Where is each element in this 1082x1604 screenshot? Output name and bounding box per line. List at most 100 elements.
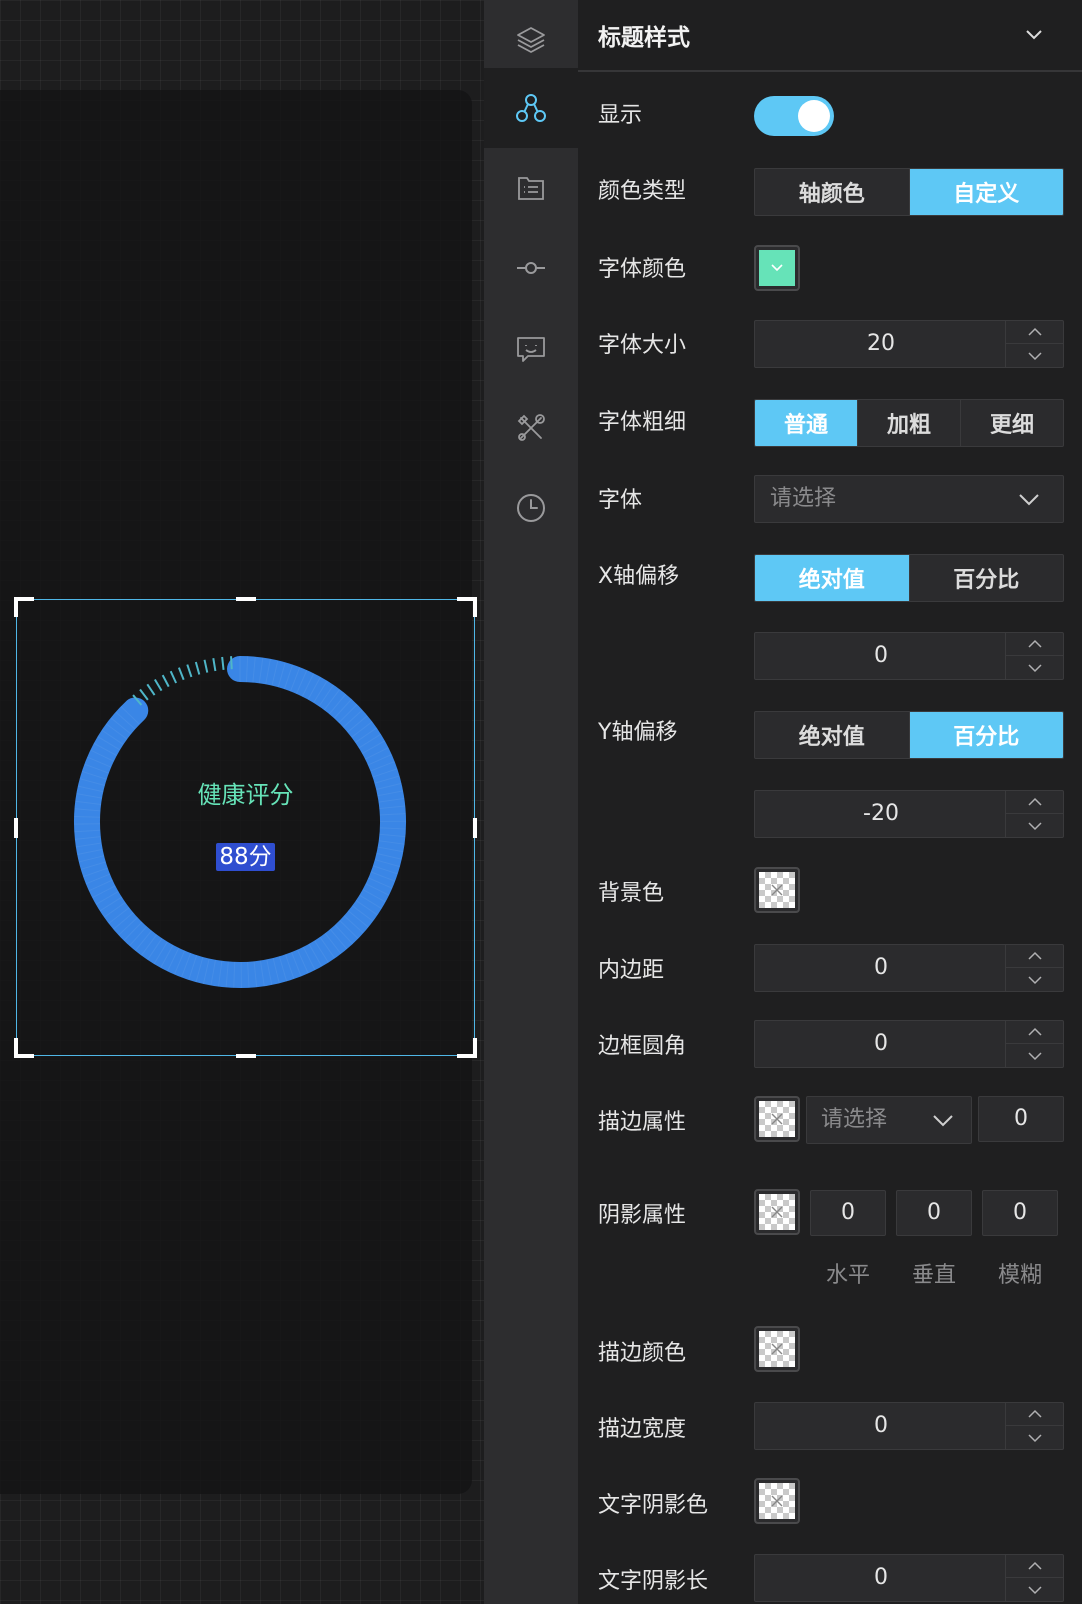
- resize-handle-bottom[interactable]: [236, 1054, 256, 1058]
- x-offset-option-percent[interactable]: 百分比: [910, 555, 1064, 601]
- chevron-up-icon: [1027, 1409, 1042, 1418]
- chevron-up-icon: [1027, 327, 1042, 336]
- increment-button[interactable]: [1006, 633, 1063, 656]
- shadow-attr-label: 阴影属性: [598, 1203, 687, 1228]
- resize-handle-top-right[interactable]: [457, 597, 477, 617]
- gauge-remaining-tick: [203, 659, 209, 673]
- padding-input[interactable]: 0: [754, 944, 1064, 992]
- property-tab-rail: [484, 0, 578, 1604]
- selected-gauge-widget[interactable]: 健康评分 88分: [14, 597, 477, 1058]
- gauge-remaining-tick: [154, 678, 163, 692]
- stroke-width-field[interactable]: 0: [978, 1096, 1064, 1142]
- nodes-icon: [516, 94, 546, 122]
- increment-button[interactable]: [1006, 1021, 1063, 1044]
- clear-color-icon: [771, 1113, 783, 1125]
- commit-node-icon: [517, 262, 545, 274]
- color-type-option-custom[interactable]: 自定义: [909, 169, 1063, 215]
- decrement-button[interactable]: [1006, 1044, 1063, 1067]
- padding-value: 0: [874, 955, 888, 980]
- y-offset-input[interactable]: -20: [754, 790, 1064, 838]
- panel-header[interactable]: 标题样式: [578, 0, 1082, 72]
- background-color-picker[interactable]: [754, 867, 800, 913]
- rail-tab-list[interactable]: [484, 148, 578, 228]
- decrement-button[interactable]: [1006, 814, 1063, 837]
- chat-bot-icon: [517, 337, 545, 362]
- show-label: 显示: [598, 103, 643, 128]
- text-shadow-color-picker[interactable]: [754, 1478, 800, 1524]
- shadow-vertical-field[interactable]: 0: [896, 1190, 972, 1236]
- gauge-score-value: 88分: [216, 843, 275, 871]
- padding-label: 内边距: [598, 958, 665, 983]
- y-offset-option-absolute[interactable]: 绝对值: [755, 712, 910, 758]
- decrement-button[interactable]: [1006, 1578, 1063, 1601]
- resize-handle-right[interactable]: [473, 818, 477, 838]
- stroke-color-picker[interactable]: [754, 1326, 800, 1372]
- text-shadow-length-input[interactable]: 0: [754, 1554, 1064, 1602]
- font-color-picker[interactable]: [754, 245, 800, 291]
- color-type-option-axis[interactable]: 轴颜色: [755, 169, 910, 215]
- x-offset-option-absolute[interactable]: 绝对值: [755, 555, 910, 601]
- chevron-up-icon: [1027, 1027, 1042, 1036]
- chevron-down-icon: [771, 264, 783, 272]
- border-radius-input[interactable]: 0: [754, 1020, 1064, 1068]
- clear-color-icon: [771, 1343, 783, 1355]
- x-offset-label: X轴偏移: [598, 564, 680, 589]
- increment-button[interactable]: [1006, 321, 1063, 344]
- font-weight-option-bold[interactable]: 加粗: [858, 400, 961, 446]
- chevron-down-icon: [1027, 663, 1042, 672]
- font-weight-segmented: 普通 加粗 更细: [754, 399, 1064, 447]
- rail-tab-nodes[interactable]: [484, 68, 578, 148]
- resize-handle-top[interactable]: [236, 597, 256, 601]
- decrement-button[interactable]: [1006, 656, 1063, 679]
- stroke-width-label: 描边宽度: [598, 1417, 687, 1442]
- resize-handle-top-left[interactable]: [14, 597, 34, 617]
- stroke-width-input[interactable]: 0: [754, 1402, 1064, 1450]
- clear-color-icon: [771, 884, 783, 896]
- decrement-button[interactable]: [1006, 1426, 1063, 1449]
- shadow-color-picker[interactable]: [754, 1189, 800, 1235]
- font-size-input[interactable]: 20: [754, 320, 1064, 368]
- y-offset-option-percent[interactable]: 百分比: [909, 712, 1063, 758]
- increment-button[interactable]: [1006, 791, 1063, 814]
- chevron-down-icon[interactable]: [1022, 22, 1046, 46]
- resize-handle-bottom-left[interactable]: [14, 1038, 34, 1058]
- font-weight-option-normal[interactable]: 普通: [755, 400, 858, 446]
- toggle-knob: [798, 100, 830, 132]
- y-offset-stepper: [1005, 791, 1063, 837]
- increment-button[interactable]: [1006, 1555, 1063, 1578]
- resize-handle-left[interactable]: [14, 818, 18, 838]
- font-family-select[interactable]: 请选择: [754, 475, 1064, 523]
- font-weight-option-lighter[interactable]: 更细: [961, 400, 1063, 446]
- rail-tab-chat[interactable]: [484, 308, 578, 388]
- border-radius-value: 0: [874, 1031, 888, 1056]
- decrement-button[interactable]: [1006, 344, 1063, 367]
- stroke-color-label: 描边颜色: [598, 1341, 687, 1366]
- y-offset-mode-segmented: 绝对值 百分比: [754, 711, 1064, 759]
- text-shadow-color-label: 文字阴影色: [598, 1493, 709, 1518]
- chevron-up-icon: [1027, 797, 1042, 806]
- chevron-down-icon: [1019, 494, 1039, 506]
- gauge-remaining-tick: [146, 683, 156, 696]
- increment-button[interactable]: [1006, 1403, 1063, 1426]
- resize-handle-bottom-right[interactable]: [457, 1038, 477, 1058]
- chevron-down-icon: [1027, 975, 1042, 984]
- shadow-horizontal-caption: 水平: [825, 1263, 870, 1288]
- increment-button[interactable]: [1006, 945, 1063, 968]
- x-offset-input[interactable]: 0: [754, 632, 1064, 680]
- stroke-attr-color-picker[interactable]: [754, 1096, 800, 1142]
- editor-canvas[interactable]: 健康评分 88分: [0, 0, 484, 1604]
- font-weight-label: 字体粗细: [598, 410, 687, 435]
- decrement-button[interactable]: [1006, 968, 1063, 991]
- gauge-remaining-tick: [161, 674, 170, 688]
- stroke-style-select[interactable]: 请选择: [806, 1096, 972, 1144]
- shadow-blur-field[interactable]: 0: [982, 1190, 1058, 1236]
- rail-tab-tools[interactable]: [484, 388, 578, 468]
- show-toggle[interactable]: [754, 96, 834, 136]
- gauge-remaining-tick: [186, 664, 193, 678]
- shadow-horizontal-field[interactable]: 0: [810, 1190, 886, 1236]
- color-type-segmented: 轴颜色 自定义: [754, 168, 1064, 216]
- y-offset-label: Y轴偏移: [598, 720, 678, 745]
- rail-tab-commit[interactable]: [484, 228, 578, 308]
- rail-tab-history[interactable]: [484, 468, 578, 548]
- shadow-blur-caption: 模糊: [997, 1263, 1042, 1288]
